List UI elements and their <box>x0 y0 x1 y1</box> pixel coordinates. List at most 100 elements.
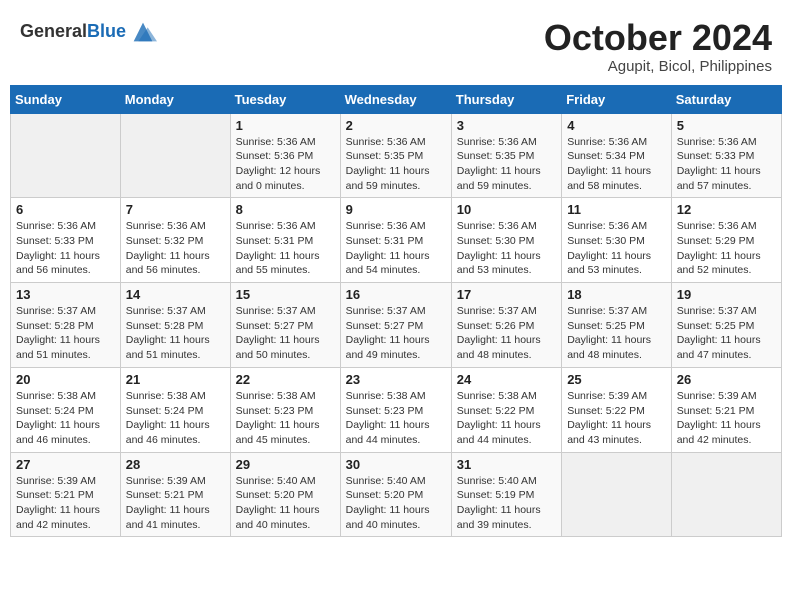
logo-icon <box>129 18 157 46</box>
calendar-day-cell: 20Sunrise: 5:38 AMSunset: 5:24 PMDayligh… <box>11 367 121 452</box>
day-info: Sunrise: 5:37 AMSunset: 5:27 PMDaylight:… <box>346 304 446 363</box>
header: GeneralBlue October 2024 Agupit, Bicol, … <box>10 10 782 81</box>
calendar-header-cell: Sunday <box>11 85 121 113</box>
day-info: Sunrise: 5:36 AMSunset: 5:31 PMDaylight:… <box>346 219 446 278</box>
day-number: 28 <box>126 457 225 472</box>
calendar-header-cell: Wednesday <box>340 85 451 113</box>
calendar-day-cell: 18Sunrise: 5:37 AMSunset: 5:25 PMDayligh… <box>562 283 672 368</box>
calendar-header-row: SundayMondayTuesdayWednesdayThursdayFrid… <box>11 85 782 113</box>
day-info: Sunrise: 5:36 AMSunset: 5:32 PMDaylight:… <box>126 219 225 278</box>
calendar-day-cell: 9Sunrise: 5:36 AMSunset: 5:31 PMDaylight… <box>340 198 451 283</box>
calendar-day-cell: 3Sunrise: 5:36 AMSunset: 5:35 PMDaylight… <box>451 113 561 198</box>
logo-text: GeneralBlue <box>20 22 126 42</box>
day-info: Sunrise: 5:37 AMSunset: 5:25 PMDaylight:… <box>677 304 776 363</box>
day-info: Sunrise: 5:39 AMSunset: 5:21 PMDaylight:… <box>16 474 115 533</box>
calendar-day-cell: 28 Sunrise: 5:39 AMSunset: 5:21 PMDayligh… <box>120 452 230 537</box>
day-info: Sunrise: 5:37 AMSunset: 5:26 PMDaylight:… <box>457 304 556 363</box>
day-number: 13 <box>16 287 115 302</box>
calendar-day-cell: 8Sunrise: 5:36 AMSunset: 5:31 PMDaylight… <box>230 198 340 283</box>
day-info: Sunrise: 5:37 AMSunset: 5:27 PMDaylight:… <box>236 304 335 363</box>
calendar-header-cell: Friday <box>562 85 672 113</box>
logo: GeneralBlue <box>20 18 157 46</box>
day-number: 25 <box>567 372 666 387</box>
calendar-day-cell: 14Sunrise: 5:37 AMSunset: 5:28 PMDayligh… <box>120 283 230 368</box>
day-info: Sunrise: 5:37 AMSunset: 5:28 PMDaylight:… <box>126 304 225 363</box>
day-info: Sunrise: 5:36 AMSunset: 5:30 PMDaylight:… <box>457 219 556 278</box>
day-info: Sunrise: 5:39 AMSunset: 5:21 PMDaylight:… <box>677 389 776 448</box>
day-info: Sunrise: 5:38 AMSunset: 5:23 PMDaylight:… <box>236 389 335 448</box>
day-info: Sunrise: 5:39 AMSunset: 5:22 PMDaylight:… <box>567 389 666 448</box>
day-info: Sunrise: 5:39 AMSunset: 5:21 PMDaylight:… <box>126 474 225 533</box>
calendar-day-cell: 11 Sunrise: 5:36 AMSunset: 5:30 PMDayligh… <box>562 198 672 283</box>
calendar-day-cell: 25 Sunrise: 5:39 AMSunset: 5:22 PMDayligh… <box>562 367 672 452</box>
day-info: Sunrise: 5:36 AMSunset: 5:34 PMDaylight:… <box>567 135 666 194</box>
calendar-day-cell: 12 Sunrise: 5:36 AMSunset: 5:29 PMDayligh… <box>671 198 781 283</box>
day-number: 8 <box>236 202 335 217</box>
calendar: SundayMondayTuesdayWednesdayThursdayFrid… <box>10 85 782 538</box>
calendar-day-cell <box>671 452 781 537</box>
calendar-day-cell: 24 Sunrise: 5:38 AMSunset: 5:22 PMDayligh… <box>451 367 561 452</box>
calendar-header-cell: Thursday <box>451 85 561 113</box>
day-info: Sunrise: 5:38 AMSunset: 5:24 PMDaylight:… <box>126 389 225 448</box>
logo-general: GeneralBlue <box>20 22 126 42</box>
day-info: Sunrise: 5:37 AMSunset: 5:25 PMDaylight:… <box>567 304 666 363</box>
day-number: 2 <box>346 118 446 133</box>
day-number: 11 <box>567 202 666 217</box>
calendar-day-cell: 29Sunrise: 5:40 AMSunset: 5:20 PMDayligh… <box>230 452 340 537</box>
day-number: 12 <box>677 202 776 217</box>
calendar-day-cell: 2 Sunrise: 5:36 AMSunset: 5:35 PMDaylight… <box>340 113 451 198</box>
calendar-day-cell: 13 Sunrise: 5:37 AMSunset: 5:28 PMDayligh… <box>11 283 121 368</box>
calendar-day-cell: 26 Sunrise: 5:39 AMSunset: 5:21 PMDayligh… <box>671 367 781 452</box>
calendar-header-cell: Tuesday <box>230 85 340 113</box>
day-info: Sunrise: 5:36 AMSunset: 5:33 PMDaylight:… <box>677 135 776 194</box>
day-number: 1 <box>236 118 335 133</box>
day-info: Sunrise: 5:36 AMSunset: 5:35 PMDaylight:… <box>346 135 446 194</box>
day-number: 5 <box>677 118 776 133</box>
day-number: 17 <box>457 287 556 302</box>
calendar-week-row: 13 Sunrise: 5:37 AMSunset: 5:28 PMDayligh… <box>11 283 782 368</box>
calendar-day-cell: 16 Sunrise: 5:37 AMSunset: 5:27 PMDayligh… <box>340 283 451 368</box>
day-info: Sunrise: 5:38 AMSunset: 5:24 PMDaylight:… <box>16 389 115 448</box>
day-number: 15 <box>236 287 335 302</box>
day-number: 26 <box>677 372 776 387</box>
day-number: 3 <box>457 118 556 133</box>
day-number: 16 <box>346 287 446 302</box>
calendar-header: SundayMondayTuesdayWednesdayThursdayFrid… <box>11 85 782 113</box>
calendar-week-row: 27Sunrise: 5:39 AMSunset: 5:21 PMDayligh… <box>11 452 782 537</box>
subtitle: Agupit, Bicol, Philippines <box>544 58 772 75</box>
calendar-week-row: 6 Sunrise: 5:36 AMSunset: 5:33 PMDaylight… <box>11 198 782 283</box>
day-info: Sunrise: 5:38 AMSunset: 5:23 PMDaylight:… <box>346 389 446 448</box>
calendar-day-cell: 6 Sunrise: 5:36 AMSunset: 5:33 PMDaylight… <box>11 198 121 283</box>
calendar-day-cell <box>11 113 121 198</box>
calendar-day-cell <box>120 113 230 198</box>
day-number: 10 <box>457 202 556 217</box>
day-number: 24 <box>457 372 556 387</box>
calendar-day-cell: 30 Sunrise: 5:40 AMSunset: 5:20 PMDayligh… <box>340 452 451 537</box>
day-info: Sunrise: 5:36 AMSunset: 5:30 PMDaylight:… <box>567 219 666 278</box>
day-info: Sunrise: 5:40 AMSunset: 5:20 PMDaylight:… <box>346 474 446 533</box>
day-number: 19 <box>677 287 776 302</box>
calendar-day-cell: 7 Sunrise: 5:36 AMSunset: 5:32 PMDaylight… <box>120 198 230 283</box>
calendar-day-cell: 27Sunrise: 5:39 AMSunset: 5:21 PMDayligh… <box>11 452 121 537</box>
calendar-day-cell: 4 Sunrise: 5:36 AMSunset: 5:34 PMDaylight… <box>562 113 672 198</box>
calendar-week-row: 20Sunrise: 5:38 AMSunset: 5:24 PMDayligh… <box>11 367 782 452</box>
day-info: Sunrise: 5:36 AMSunset: 5:36 PMDaylight:… <box>236 135 335 194</box>
calendar-day-cell <box>562 452 672 537</box>
calendar-day-cell: 17 Sunrise: 5:37 AMSunset: 5:26 PMDayligh… <box>451 283 561 368</box>
calendar-body: 1 Sunrise: 5:36 AMSunset: 5:36 PMDaylight… <box>11 113 782 537</box>
calendar-day-cell: 19 Sunrise: 5:37 AMSunset: 5:25 PMDayligh… <box>671 283 781 368</box>
calendar-header-cell: Saturday <box>671 85 781 113</box>
day-number: 23 <box>346 372 446 387</box>
day-info: Sunrise: 5:38 AMSunset: 5:22 PMDaylight:… <box>457 389 556 448</box>
title-area: October 2024 Agupit, Bicol, Philippines <box>544 18 772 75</box>
day-info: Sunrise: 5:36 AMSunset: 5:29 PMDaylight:… <box>677 219 776 278</box>
day-number: 30 <box>346 457 446 472</box>
day-info: Sunrise: 5:40 AMSunset: 5:20 PMDaylight:… <box>236 474 335 533</box>
day-number: 7 <box>126 202 225 217</box>
calendar-day-cell: 31Sunrise: 5:40 AMSunset: 5:19 PMDayligh… <box>451 452 561 537</box>
day-info: Sunrise: 5:37 AMSunset: 5:28 PMDaylight:… <box>16 304 115 363</box>
calendar-day-cell: 15 Sunrise: 5:37 AMSunset: 5:27 PMDayligh… <box>230 283 340 368</box>
day-number: 6 <box>16 202 115 217</box>
day-number: 4 <box>567 118 666 133</box>
day-info: Sunrise: 5:36 AMSunset: 5:33 PMDaylight:… <box>16 219 115 278</box>
